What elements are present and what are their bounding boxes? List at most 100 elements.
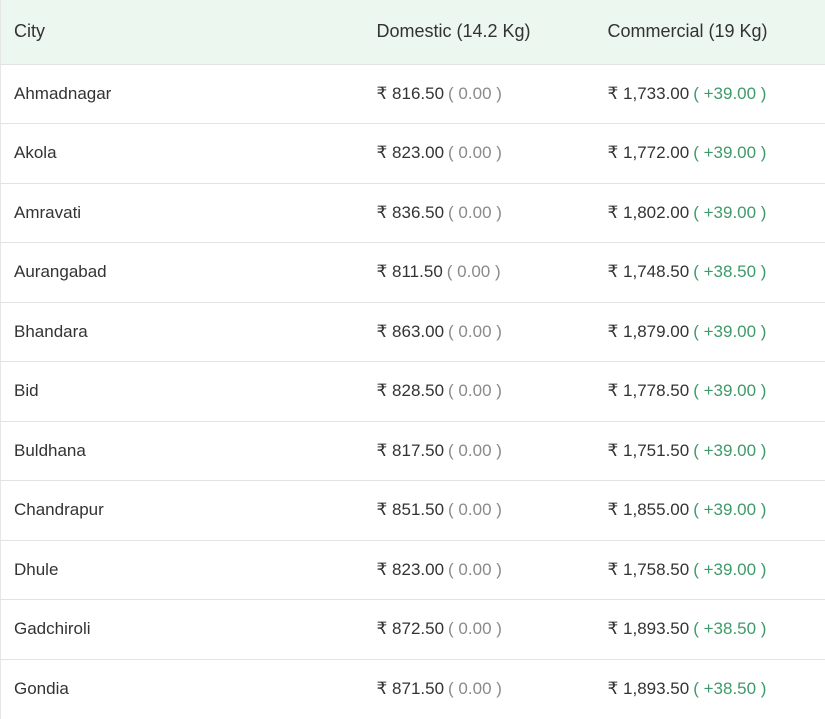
table-row: Amravati ₹ 836.50( 0.00 ) ₹ 1,802.00( +3… (1, 183, 825, 243)
domestic-cell: ₹ 871.50( 0.00 ) (364, 659, 595, 719)
city-cell: Bid (1, 362, 364, 422)
commercial-change: ( +38.50 ) (693, 619, 766, 638)
domestic-price: ₹ 863.00 (377, 322, 445, 341)
table-row: Gondia ₹ 871.50( 0.00 ) ₹ 1,893.50( +38.… (1, 659, 825, 719)
header-row: City Domestic (14.2 Kg) Commercial (19 K… (1, 0, 825, 64)
domestic-price: ₹ 828.50 (377, 381, 445, 400)
city-cell: Gadchiroli (1, 600, 364, 660)
city-name: Bhandara (14, 322, 88, 341)
header-commercial: Commercial (19 Kg) (595, 0, 825, 64)
table-row: Bhandara ₹ 863.00( 0.00 ) ₹ 1,879.00( +3… (1, 302, 825, 362)
domestic-change: ( 0.00 ) (448, 441, 502, 460)
city-cell: Aurangabad (1, 243, 364, 303)
commercial-cell: ₹ 1,893.50( +38.50 ) (595, 659, 825, 719)
city-cell: Bhandara (1, 302, 364, 362)
header-city: City (1, 0, 364, 64)
domestic-change: ( 0.00 ) (448, 84, 502, 103)
commercial-price: ₹ 1,879.00 (608, 322, 690, 341)
table-row: Aurangabad ₹ 811.50( 0.00 ) ₹ 1,748.50( … (1, 243, 825, 303)
domestic-change: ( 0.00 ) (448, 679, 502, 698)
domestic-change: ( 0.00 ) (448, 203, 502, 222)
domestic-cell: ₹ 817.50( 0.00 ) (364, 421, 595, 481)
commercial-change: ( +38.50 ) (693, 262, 766, 281)
domestic-price: ₹ 871.50 (377, 679, 445, 698)
commercial-change: ( +39.00 ) (693, 560, 766, 579)
commercial-change: ( +39.00 ) (693, 381, 766, 400)
commercial-change: ( +39.00 ) (693, 500, 766, 519)
commercial-cell: ₹ 1,802.00( +39.00 ) (595, 183, 825, 243)
commercial-change: ( +39.00 ) (693, 84, 766, 103)
city-cell: Chandrapur (1, 481, 364, 541)
domestic-change: ( 0.00 ) (447, 262, 501, 281)
city-cell: Gondia (1, 659, 364, 719)
table-row: Buldhana ₹ 817.50( 0.00 ) ₹ 1,751.50( +3… (1, 421, 825, 481)
city-name: Ahmadnagar (14, 84, 111, 103)
domestic-price: ₹ 836.50 (377, 203, 445, 222)
commercial-change: ( +39.00 ) (693, 203, 766, 222)
city-cell: Ahmadnagar (1, 64, 364, 124)
commercial-price: ₹ 1,893.50 (608, 619, 690, 638)
commercial-change: ( +39.00 ) (693, 441, 766, 460)
commercial-price: ₹ 1,855.00 (608, 500, 690, 519)
domestic-price: ₹ 872.50 (377, 619, 445, 638)
domestic-cell: ₹ 863.00( 0.00 ) (364, 302, 595, 362)
commercial-cell: ₹ 1,751.50( +39.00 ) (595, 421, 825, 481)
city-cell: Amravati (1, 183, 364, 243)
lpg-price-table: City Domestic (14.2 Kg) Commercial (19 K… (0, 0, 825, 719)
commercial-price: ₹ 1,893.50 (608, 679, 690, 698)
city-name: Chandrapur (14, 500, 104, 519)
domestic-cell: ₹ 823.00( 0.00 ) (364, 540, 595, 600)
domestic-cell: ₹ 811.50( 0.00 ) (364, 243, 595, 303)
commercial-change: ( +39.00 ) (693, 322, 766, 341)
commercial-change: ( +38.50 ) (693, 679, 766, 698)
commercial-price: ₹ 1,772.00 (608, 143, 690, 162)
commercial-cell: ₹ 1,758.50( +39.00 ) (595, 540, 825, 600)
city-name: Aurangabad (14, 262, 107, 281)
city-name: Bid (14, 381, 39, 400)
domestic-cell: ₹ 836.50( 0.00 ) (364, 183, 595, 243)
domestic-price: ₹ 817.50 (377, 441, 445, 460)
table-row: Ahmadnagar ₹ 816.50( 0.00 ) ₹ 1,733.00( … (1, 64, 825, 124)
commercial-price: ₹ 1,748.50 (608, 262, 690, 281)
city-name: Buldhana (14, 441, 86, 460)
domestic-cell: ₹ 872.50( 0.00 ) (364, 600, 595, 660)
city-name: Gadchiroli (14, 619, 91, 638)
table-body: Ahmadnagar ₹ 816.50( 0.00 ) ₹ 1,733.00( … (1, 64, 825, 719)
city-cell: Akola (1, 124, 364, 184)
commercial-price: ₹ 1,802.00 (608, 203, 690, 222)
domestic-change: ( 0.00 ) (448, 560, 502, 579)
domestic-change: ( 0.00 ) (448, 143, 502, 162)
domestic-price: ₹ 851.50 (377, 500, 445, 519)
city-name: Dhule (14, 560, 58, 579)
commercial-cell: ₹ 1,748.50( +38.50 ) (595, 243, 825, 303)
domestic-price: ₹ 816.50 (377, 84, 445, 103)
commercial-cell: ₹ 1,879.00( +39.00 ) (595, 302, 825, 362)
domestic-cell: ₹ 828.50( 0.00 ) (364, 362, 595, 422)
domestic-change: ( 0.00 ) (448, 381, 502, 400)
domestic-change: ( 0.00 ) (448, 322, 502, 341)
table-row: Dhule ₹ 823.00( 0.00 ) ₹ 1,758.50( +39.0… (1, 540, 825, 600)
commercial-price: ₹ 1,751.50 (608, 441, 690, 460)
commercial-cell: ₹ 1,893.50( +38.50 ) (595, 600, 825, 660)
domestic-cell: ₹ 823.00( 0.00 ) (364, 124, 595, 184)
table-row: Akola ₹ 823.00( 0.00 ) ₹ 1,772.00( +39.0… (1, 124, 825, 184)
domestic-price: ₹ 823.00 (377, 143, 445, 162)
city-name: Amravati (14, 203, 81, 222)
domestic-cell: ₹ 816.50( 0.00 ) (364, 64, 595, 124)
commercial-change: ( +39.00 ) (693, 143, 766, 162)
commercial-cell: ₹ 1,855.00( +39.00 ) (595, 481, 825, 541)
domestic-change: ( 0.00 ) (448, 619, 502, 638)
domestic-change: ( 0.00 ) (448, 500, 502, 519)
city-cell: Buldhana (1, 421, 364, 481)
city-name: Akola (14, 143, 57, 162)
domestic-price: ₹ 811.50 (377, 262, 443, 281)
table-row: Gadchiroli ₹ 872.50( 0.00 ) ₹ 1,893.50( … (1, 600, 825, 660)
commercial-price: ₹ 1,758.50 (608, 560, 690, 579)
commercial-price: ₹ 1,733.00 (608, 84, 690, 103)
city-cell: Dhule (1, 540, 364, 600)
domestic-price: ₹ 823.00 (377, 560, 445, 579)
domestic-cell: ₹ 851.50( 0.00 ) (364, 481, 595, 541)
commercial-cell: ₹ 1,778.50( +39.00 ) (595, 362, 825, 422)
city-name: Gondia (14, 679, 69, 698)
table-row: Bid ₹ 828.50( 0.00 ) ₹ 1,778.50( +39.00 … (1, 362, 825, 422)
